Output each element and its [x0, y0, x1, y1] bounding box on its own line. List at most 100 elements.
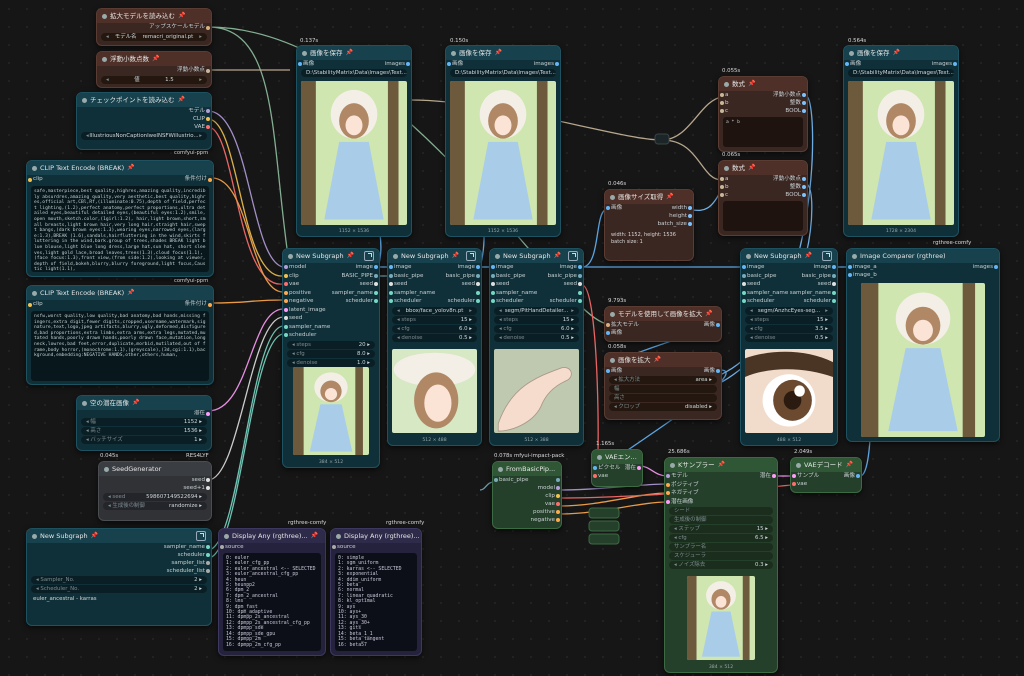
output-int[interactable]: 整数 — [790, 183, 801, 191]
input-source[interactable]: source — [225, 543, 244, 551]
subgraph-node-1[interactable]: New Subgraph 📌 model image clip BASIC_PIPE … — [282, 248, 380, 468]
input-vae[interactable]: vae — [797, 480, 807, 488]
output-images[interactable]: images — [385, 60, 405, 68]
output-seed-plus-one[interactable]: seed+1 — [183, 484, 205, 492]
output-latent[interactable]: 潜在 — [194, 410, 205, 417]
display-any-sampler-node[interactable]: Display Any (rgthree)... 📌 source 0: eule… — [218, 528, 326, 656]
output-scheduler[interactable]: scheduler — [550, 297, 577, 306]
input-image[interactable]: image — [747, 263, 764, 272]
output-scheduler-list[interactable]: scheduler_list — [167, 567, 205, 575]
output-image[interactable]: image — [814, 263, 831, 272]
input-scheduler[interactable]: scheduler — [747, 297, 774, 306]
input-a[interactable]: a — [725, 175, 728, 183]
hand-detail-preview[interactable] — [494, 349, 579, 433]
input-image-a[interactable]: image_a — [853, 263, 877, 271]
output-image[interactable]: image — [458, 263, 475, 272]
checkpoint-loader-node[interactable]: チェックポイントを読み込む 📌 モデル CLIP VAE ◂ Illustrious… — [76, 92, 212, 150]
detector-combo[interactable]: ◂ segm/PitHandDetailer... ▸ — [494, 306, 579, 315]
output-image[interactable]: image — [560, 263, 577, 272]
ksampler-node[interactable]: Kサンプラー 📌 モデル 潜在 ポジティブ ネガティブ 潜在画像 シード 生成後の制… — [664, 457, 778, 673]
input-seed[interactable]: seed — [747, 280, 760, 289]
sampler-no-widget[interactable]: ◂ Sampler_No. 2 ▸ — [31, 576, 207, 584]
output-latent[interactable]: 潜在 — [625, 464, 636, 472]
output-images[interactable]: images — [932, 60, 952, 68]
output-vae[interactable]: vae — [545, 500, 555, 508]
crop-combo[interactable]: ◂ クロップ disabled ▸ — [609, 403, 717, 411]
input-latent-image[interactable]: latent_image — [289, 306, 326, 315]
input-upscale-model[interactable]: 拡大モデル — [611, 321, 639, 329]
control-after-generate-widget[interactable]: 生成後の制御 — [669, 516, 773, 524]
input-samples[interactable]: サンプル — [797, 472, 819, 480]
checkpoint-name-combo[interactable]: ◂ IllustriousNonCaptionIweINSFWillustrio.… — [81, 132, 207, 140]
output-width[interactable]: width — [672, 204, 687, 212]
input-positive[interactable]: positive — [289, 289, 311, 298]
input-c[interactable]: c — [725, 107, 728, 115]
output-vae[interactable]: VAE — [194, 123, 205, 131]
output-basic-pipe[interactable]: basic_pipe — [548, 272, 577, 281]
generated-image-preview[interactable] — [848, 81, 954, 225]
width-widget[interactable]: 幅 — [609, 385, 717, 393]
input-negative[interactable]: negative — [289, 297, 313, 306]
steps-widget[interactable]: ◂ ステップ 15 ▸ — [669, 525, 773, 533]
filename-prefix-widget[interactable]: D:\StabilityMatrix\Data\Images\Text... — [301, 69, 407, 77]
steps-widget[interactable]: ◂ steps 20 ▸ — [287, 340, 375, 349]
output-socket[interactable] — [206, 25, 210, 30]
output-scheduler[interactable]: scheduler — [178, 551, 205, 559]
face-detail-preview[interactable] — [392, 349, 477, 433]
output-upscale-model[interactable]: アップスケールモデル — [149, 23, 205, 32]
input-negative[interactable]: ネガティブ — [671, 489, 699, 498]
output-latent[interactable]: 潜在 — [760, 472, 771, 481]
input-sampler-name[interactable]: sampler_name — [747, 289, 788, 298]
input-pixels[interactable]: ピクセル — [598, 464, 620, 472]
input-seed[interactable]: seed — [289, 314, 302, 323]
detector-combo[interactable]: ◂ bbox/face_yolov8n.pt ▸ — [392, 306, 477, 315]
scheduler-no-widget[interactable]: ◂ Scheduler_No. 2 ▸ — [31, 585, 207, 593]
input-clip[interactable]: clip — [33, 300, 43, 309]
open-subgraph-icon[interactable] — [196, 531, 206, 541]
filename-prefix-widget[interactable]: D:\StabilityMatrix\Data\Images\Text... — [848, 69, 954, 77]
upscale-with-model-node[interactable]: モデルを使用して画像を拡大 📌 拡大モデル 画像 画像 — [604, 306, 722, 342]
output-positive[interactable]: positive — [533, 508, 555, 516]
input-positive[interactable]: ポジティブ — [671, 481, 699, 490]
input-sampler-name[interactable]: sampler_name — [496, 289, 537, 298]
input-scheduler[interactable]: scheduler — [289, 331, 316, 340]
input-image[interactable]: 画像 — [611, 329, 622, 337]
open-subgraph-icon[interactable] — [466, 251, 476, 261]
sampler-name-widget[interactable]: サンプラー名 — [669, 543, 773, 551]
subgraph-node-4[interactable]: New Subgraph 📌 image image basic_pipe basic… — [740, 248, 838, 446]
control-after-generate-widget[interactable]: ◂ 生成後の制御 randomize ▸ — [103, 502, 207, 510]
comparison-image-preview[interactable] — [861, 283, 985, 437]
output-float[interactable]: 浮動小数点 — [773, 175, 801, 183]
generated-image-preview[interactable] — [450, 81, 556, 225]
batch-size-widget[interactable]: ◂ バッチサイズ 1 ▸ — [81, 436, 207, 444]
input-sampler-name[interactable]: sampler_name — [394, 289, 435, 298]
clip-text-encode-positive-node[interactable]: CLIP Text Encode (BREAK) 📌 clip 条件付け safe,… — [26, 160, 214, 277]
float-value-node[interactable]: 浮動小数点数 📌 浮動小数点 ◂ 値 1.5 ▸ — [96, 51, 212, 88]
clip-text-encode-negative-node[interactable]: CLIP Text Encode (BREAK) 📌 clip 条件付け nsfw,… — [26, 285, 214, 385]
eye-detail-preview[interactable] — [745, 349, 833, 433]
scheduler-widget[interactable]: スケジューラ — [669, 552, 773, 560]
output-sampler-name[interactable]: sampler_name — [332, 289, 373, 298]
sampler-subgraph-node[interactable]: New Subgraph 📌 sampler_name scheduler sam… — [26, 528, 212, 626]
input-image[interactable]: 画像 — [850, 60, 861, 68]
input-basic-pipe[interactable]: basic_pipe — [496, 272, 525, 281]
input-image[interactable]: image — [496, 263, 513, 272]
output-scheduler[interactable]: scheduler — [346, 297, 373, 306]
output-basic-pipe[interactable]: BASIC_PIPE — [342, 272, 374, 281]
output-seed[interactable]: seed — [818, 280, 831, 289]
subgraph-image-preview[interactable] — [293, 367, 369, 455]
detector-combo[interactable]: ◂ segm/AnzhcEyes-seg... ▸ — [745, 306, 833, 315]
output-sampler-list[interactable]: sampler_list — [171, 559, 205, 567]
output-image[interactable]: 画像 — [704, 367, 715, 375]
denoise-widget[interactable]: ◂ denoise 1.0 ▸ — [287, 358, 375, 367]
open-subgraph-icon[interactable] — [364, 251, 374, 261]
output-negative[interactable]: negative — [531, 516, 555, 524]
input-source[interactable]: source — [337, 543, 356, 551]
sampler-list-display[interactable]: 0: euler 1: euler_cfg_pp 2: euler_ancest… — [223, 553, 321, 651]
input-b[interactable]: b — [725, 183, 729, 191]
input-clip[interactable]: clip — [33, 175, 43, 184]
output-height[interactable]: height — [669, 212, 687, 220]
image-comparer-node[interactable]: Image Comparer (rgthree) image_a images i… — [846, 248, 1000, 442]
vae-encode-node[interactable]: VAEエン... ピクセル 潜在 vae — [591, 449, 643, 487]
denoise-widget[interactable]: ◂ denoise 0.5 ▸ — [745, 333, 833, 342]
